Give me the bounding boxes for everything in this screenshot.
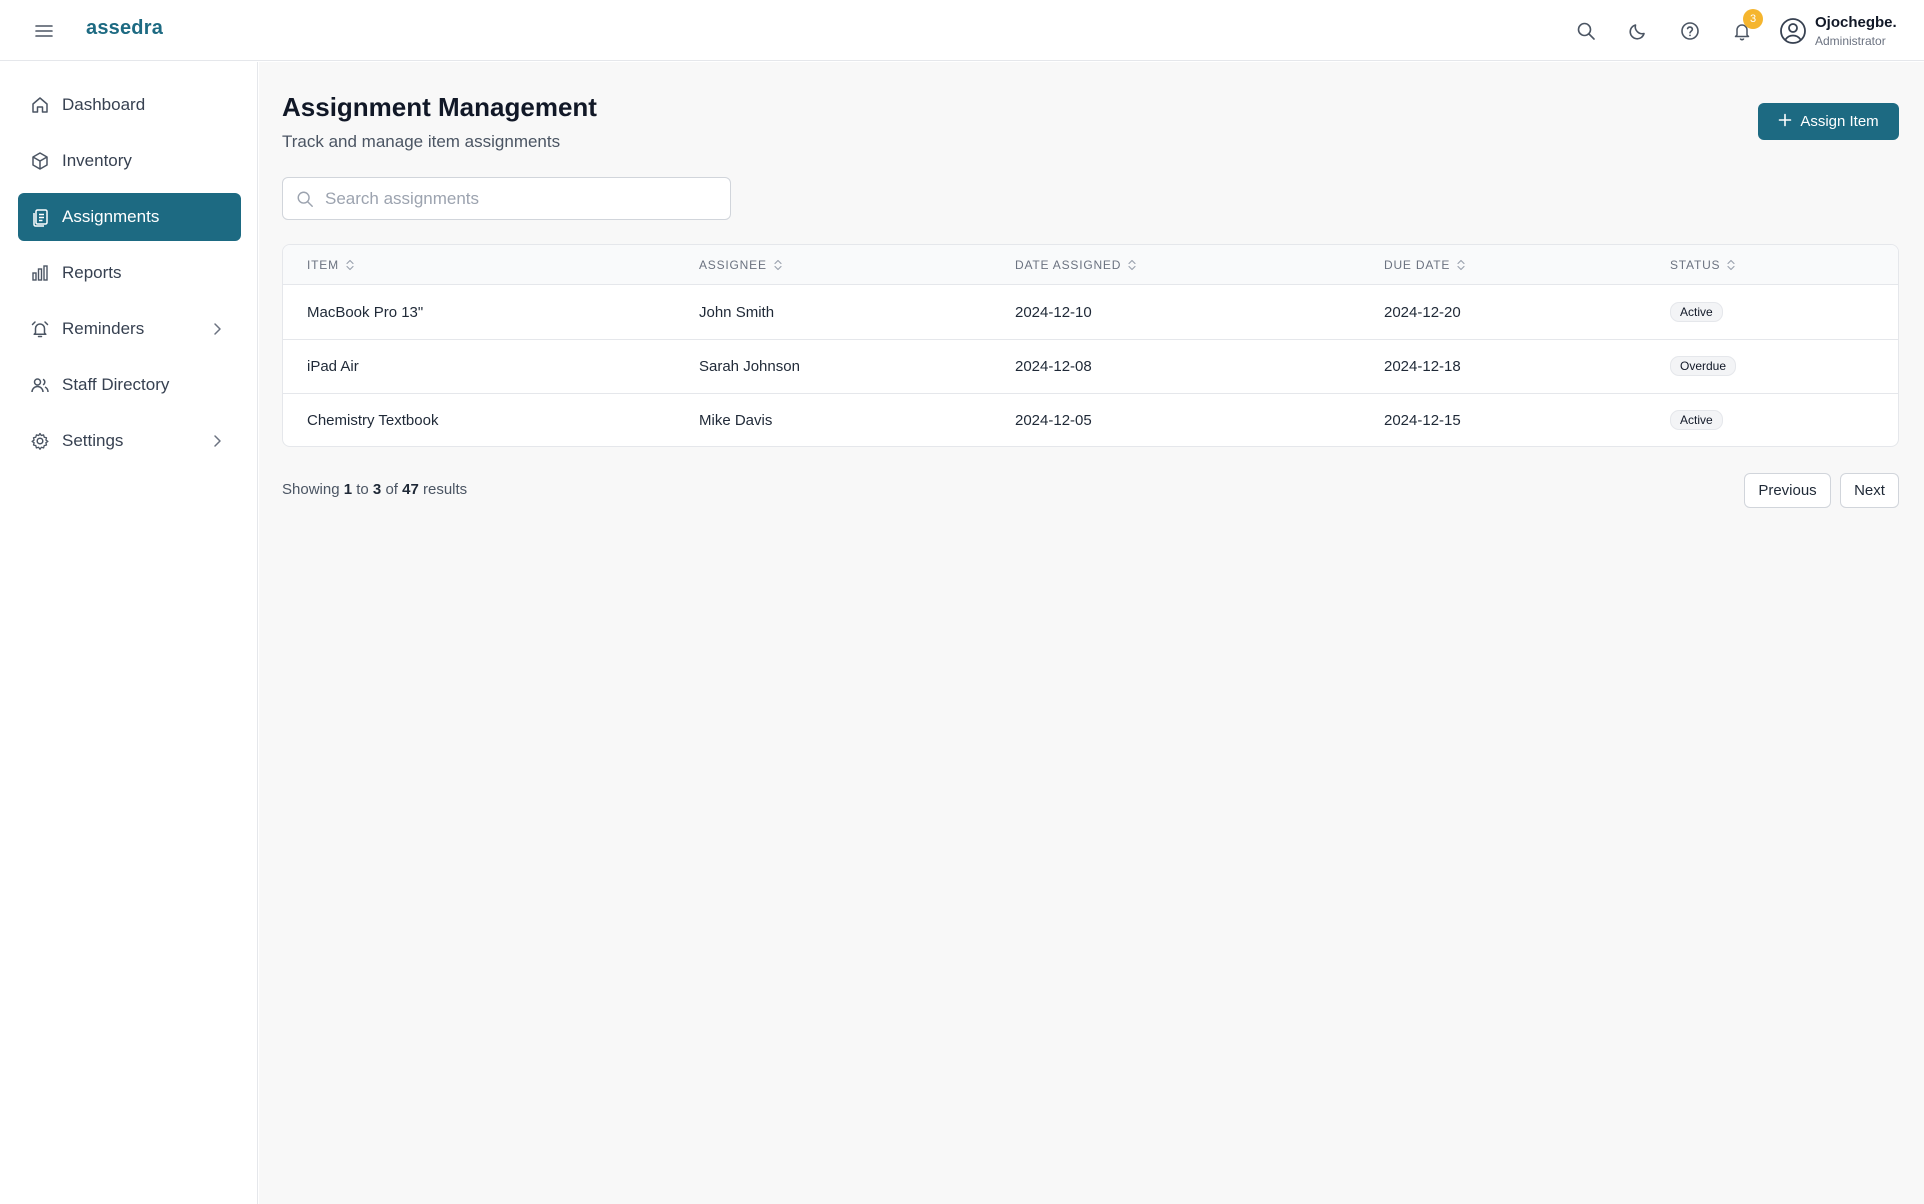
- assign-item-label: Assign Item: [1800, 113, 1879, 130]
- table-row[interactable]: Chemistry Textbook Mike Davis 2024-12-05 20…: [283, 394, 1898, 446]
- page-subtitle: Track and manage item assignments: [282, 132, 561, 151]
- sidebar: Dashboard Inventory Assignments Reports …: [0, 62, 258, 1204]
- search-icon[interactable]: [1572, 17, 1600, 45]
- cell-assignee: Mike Davis: [699, 412, 773, 429]
- results-of-word: of: [385, 481, 398, 498]
- table-row[interactable]: iPad Air Sarah Johnson 2024-12-08 2024-1…: [283, 340, 1898, 394]
- sort-icon: [774, 259, 782, 271]
- notification-badge: 3: [1743, 9, 1763, 29]
- sidebar-item-reminders[interactable]: Reminders: [18, 305, 241, 353]
- page-title: Assignment Management: [282, 92, 597, 122]
- column-header-label: DUE DATE: [1384, 258, 1451, 272]
- main-content: Assignment Management Track and manage i…: [259, 62, 1924, 1204]
- column-header-item[interactable]: ITEM: [307, 258, 355, 272]
- sort-icon: [1457, 259, 1465, 271]
- clipboard-icon: [30, 207, 50, 227]
- search-box[interactable]: [282, 177, 731, 220]
- cell-item: Chemistry Textbook: [307, 412, 439, 429]
- user-circle-icon[interactable]: [1778, 16, 1808, 46]
- sidebar-item-reports[interactable]: Reports: [18, 249, 241, 297]
- previous-button[interactable]: Previous: [1744, 473, 1831, 508]
- sidebar-item-label: Inventory: [62, 151, 132, 170]
- cell-item: iPad Air: [307, 358, 359, 375]
- assign-item-button[interactable]: Assign Item: [1758, 103, 1899, 140]
- users-icon: [30, 375, 50, 395]
- gear-icon: [30, 431, 50, 451]
- user-role: Administrator: [1815, 34, 1886, 48]
- sidebar-item-label: Dashboard: [62, 95, 146, 114]
- cell-due-date: 2024-12-18: [1384, 358, 1461, 375]
- table-row[interactable]: MacBook Pro 13" John Smith 2024-12-10 20…: [283, 286, 1898, 340]
- search-input[interactable]: [325, 188, 715, 209]
- results-to-word: to: [356, 481, 369, 498]
- column-header-assignee[interactable]: ASSIGNEE: [699, 258, 783, 272]
- assignments-table: ITEM ASSIGNEE DATE ASSIGNED DUE DATE STA…: [282, 244, 1899, 447]
- cell-item: MacBook Pro 13": [307, 304, 424, 321]
- box-icon: [30, 151, 50, 171]
- user-name[interactable]: Ojochegbe.: [1815, 14, 1897, 31]
- chevron-right-icon: [207, 431, 227, 451]
- status-badge: Overdue: [1670, 356, 1737, 376]
- search-icon: [295, 189, 315, 209]
- home-icon: [30, 95, 50, 115]
- next-button[interactable]: Next: [1840, 473, 1899, 508]
- results-from: 1: [343, 481, 353, 498]
- sidebar-item-settings[interactable]: Settings: [18, 417, 241, 465]
- sidebar-item-label: Reports: [62, 263, 122, 282]
- bar-chart-icon: [30, 263, 50, 283]
- cell-date-assigned: 2024-12-10: [1015, 304, 1092, 321]
- cell-assignee: Sarah Johnson: [699, 358, 800, 375]
- results-suffix: results: [422, 481, 468, 498]
- help-icon[interactable]: [1676, 17, 1704, 45]
- sort-icon: [1727, 259, 1735, 271]
- cell-date-assigned: 2024-12-05: [1015, 412, 1092, 429]
- cell-due-date: 2024-12-20: [1384, 304, 1461, 321]
- moon-icon[interactable]: [1624, 17, 1652, 45]
- cell-date-assigned: 2024-12-08: [1015, 358, 1092, 375]
- brand-logo[interactable]: assedra: [86, 17, 163, 40]
- alarm-icon: [30, 319, 50, 339]
- sidebar-item-label: Staff Directory: [62, 375, 170, 394]
- bell-icon[interactable]: 3: [1728, 9, 1763, 45]
- menu-icon[interactable]: [30, 17, 58, 45]
- sort-icon: [1128, 259, 1136, 271]
- column-header-label: STATUS: [1670, 258, 1721, 272]
- column-header-label: DATE ASSIGNED: [1015, 258, 1122, 272]
- results-summary: Showing 1 to 3 of 47 results: [282, 481, 467, 498]
- top-bar: assedra 3 Ojochegbe. Administrator: [0, 0, 1924, 61]
- column-header-label: ASSIGNEE: [699, 258, 767, 272]
- sidebar-item-inventory[interactable]: Inventory: [18, 137, 241, 185]
- sidebar-item-label: Settings: [62, 431, 124, 450]
- sort-icon: [346, 259, 354, 271]
- column-header-date-assigned[interactable]: DATE ASSIGNED: [1015, 258, 1137, 272]
- cell-due-date: 2024-12-15: [1384, 412, 1461, 429]
- column-header-label: ITEM: [307, 258, 339, 272]
- sidebar-item-assignments[interactable]: Assignments: [18, 193, 241, 241]
- status-badge: Active: [1670, 302, 1723, 322]
- status-badge: Active: [1670, 410, 1723, 430]
- table-header: ITEM ASSIGNEE DATE ASSIGNED DUE DATE STA…: [283, 245, 1898, 285]
- plus-icon: [1778, 113, 1792, 131]
- column-header-status[interactable]: STATUS: [1670, 258, 1736, 272]
- column-header-due-date[interactable]: DUE DATE: [1384, 258, 1466, 272]
- results-prefix: Showing: [282, 481, 340, 498]
- cell-assignee: John Smith: [699, 304, 775, 321]
- chevron-right-icon: [207, 319, 227, 339]
- sidebar-item-label: Assignments: [62, 207, 160, 226]
- results-total: 47: [402, 481, 419, 498]
- sidebar-item-staff-directory[interactable]: Staff Directory: [18, 361, 241, 409]
- sidebar-item-label: Reminders: [62, 319, 145, 338]
- sidebar-item-dashboard[interactable]: Dashboard: [18, 81, 241, 129]
- results-to: 3: [372, 481, 382, 498]
